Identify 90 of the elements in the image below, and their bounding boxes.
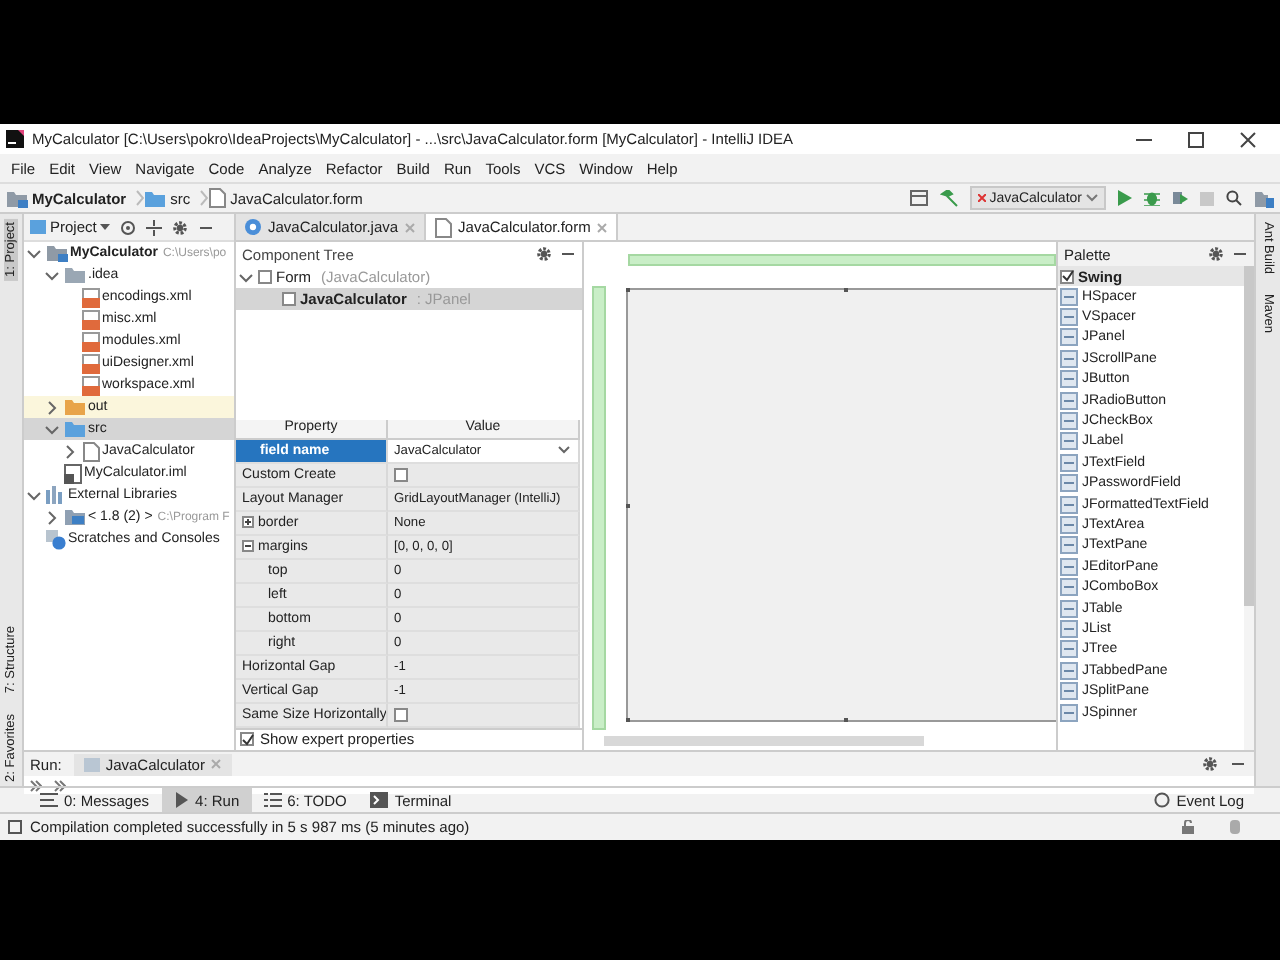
locate-icon[interactable]	[120, 219, 137, 235]
form-file-icon	[208, 188, 227, 208]
settings-icon[interactable]	[1202, 756, 1218, 772]
component-icon	[1060, 515, 1078, 534]
component-icon	[1060, 661, 1078, 680]
collapse-icon[interactable]	[242, 540, 254, 553]
caret-icon	[1086, 194, 1098, 202]
collapse-all-icon[interactable]	[146, 219, 163, 235]
component-icon	[1060, 308, 1078, 327]
chevron-down-icon[interactable]	[44, 421, 60, 437]
chevron-right-icon	[136, 190, 145, 206]
chevron-right-icon[interactable]	[62, 443, 78, 459]
component-icon	[1060, 619, 1078, 638]
chevron-down-icon[interactable]	[26, 245, 42, 261]
chevron-down-icon[interactable]	[44, 267, 60, 283]
project-folder-icon	[45, 244, 67, 262]
component-icon	[1060, 640, 1078, 659]
check-icon	[241, 733, 253, 746]
component-icon	[1060, 391, 1078, 410]
maximize-icon[interactable]	[1188, 131, 1204, 147]
chevron-right-icon	[200, 190, 209, 206]
resize-handle[interactable]	[626, 503, 630, 507]
caret-icon	[100, 224, 111, 230]
coverage-icon[interactable]	[1172, 190, 1188, 206]
layout-icon[interactable]	[909, 190, 928, 206]
resize-handle[interactable]	[626, 718, 630, 722]
component-icon	[1060, 495, 1078, 514]
component-icon	[1060, 536, 1078, 555]
bubble-icon	[1154, 792, 1171, 808]
component-icon	[1060, 287, 1078, 306]
component-icon	[1060, 432, 1078, 451]
double-chevron-icon[interactable]	[54, 779, 66, 791]
component-icon	[1060, 453, 1078, 472]
project-folder-icon	[6, 189, 28, 207]
bug-icon[interactable]	[1144, 190, 1160, 206]
scratches-icon	[45, 529, 65, 549]
run-icon[interactable]	[1118, 190, 1132, 206]
component-icon	[1060, 578, 1078, 597]
error-mark-icon	[977, 194, 986, 202]
component-icon	[1060, 349, 1078, 368]
component-icon	[1060, 557, 1078, 576]
component-icon	[1060, 370, 1078, 389]
chevron-down-icon[interactable]	[238, 269, 254, 285]
project-structure-icon[interactable]	[1254, 189, 1274, 207]
component-icon	[1060, 703, 1078, 721]
component-icon	[1060, 412, 1078, 431]
form-file-icon	[434, 217, 453, 237]
resize-handle[interactable]	[626, 288, 630, 292]
status-square-icon[interactable]	[8, 820, 22, 834]
checkbox[interactable]	[394, 467, 408, 482]
component-icon	[1060, 682, 1078, 701]
messages-icon	[40, 792, 58, 808]
search-icon[interactable]	[1226, 190, 1242, 206]
component-icon	[1060, 599, 1078, 618]
scrollbar[interactable]	[1244, 266, 1254, 606]
list-icon	[263, 792, 282, 808]
xml-file-icon	[81, 309, 99, 329]
double-chevron-icon[interactable]	[30, 779, 42, 791]
xml-file-icon	[81, 353, 99, 373]
chevron-right-icon[interactable]	[44, 399, 60, 415]
class-icon	[244, 218, 262, 236]
app-window-icon	[83, 757, 100, 771]
form-file-icon	[81, 441, 99, 461]
settings-icon[interactable]	[1208, 246, 1224, 262]
library-icon	[45, 486, 65, 504]
scrollbar[interactable]	[604, 736, 924, 746]
component-icon	[1060, 328, 1078, 347]
xml-file-icon	[81, 331, 99, 351]
module-file-icon	[63, 463, 81, 483]
folder-icon	[144, 189, 167, 207]
lock-icon[interactable]	[1182, 820, 1194, 834]
settings-icon[interactable]	[536, 246, 552, 262]
close-icon[interactable]	[1240, 131, 1256, 147]
folder-icon	[63, 266, 85, 284]
xml-file-icon	[81, 287, 99, 307]
checkbox[interactable]	[240, 732, 254, 747]
resize-handle[interactable]	[843, 288, 847, 292]
resize-handle[interactable]	[843, 718, 847, 722]
panel-icon	[30, 220, 46, 234]
chevron-down-icon[interactable]	[26, 487, 42, 503]
app-icon	[6, 130, 24, 148]
expand-icon[interactable]	[242, 516, 254, 529]
dropdown-caret-icon[interactable]	[558, 446, 570, 455]
chevron-right-icon[interactable]	[44, 509, 60, 525]
settings-icon[interactable]	[172, 219, 189, 235]
hammer-icon[interactable]	[939, 189, 958, 207]
component-icon	[1060, 474, 1078, 493]
xml-file-icon	[81, 375, 99, 395]
sdk-folder-icon	[63, 508, 85, 526]
checkbox[interactable]	[394, 707, 408, 722]
